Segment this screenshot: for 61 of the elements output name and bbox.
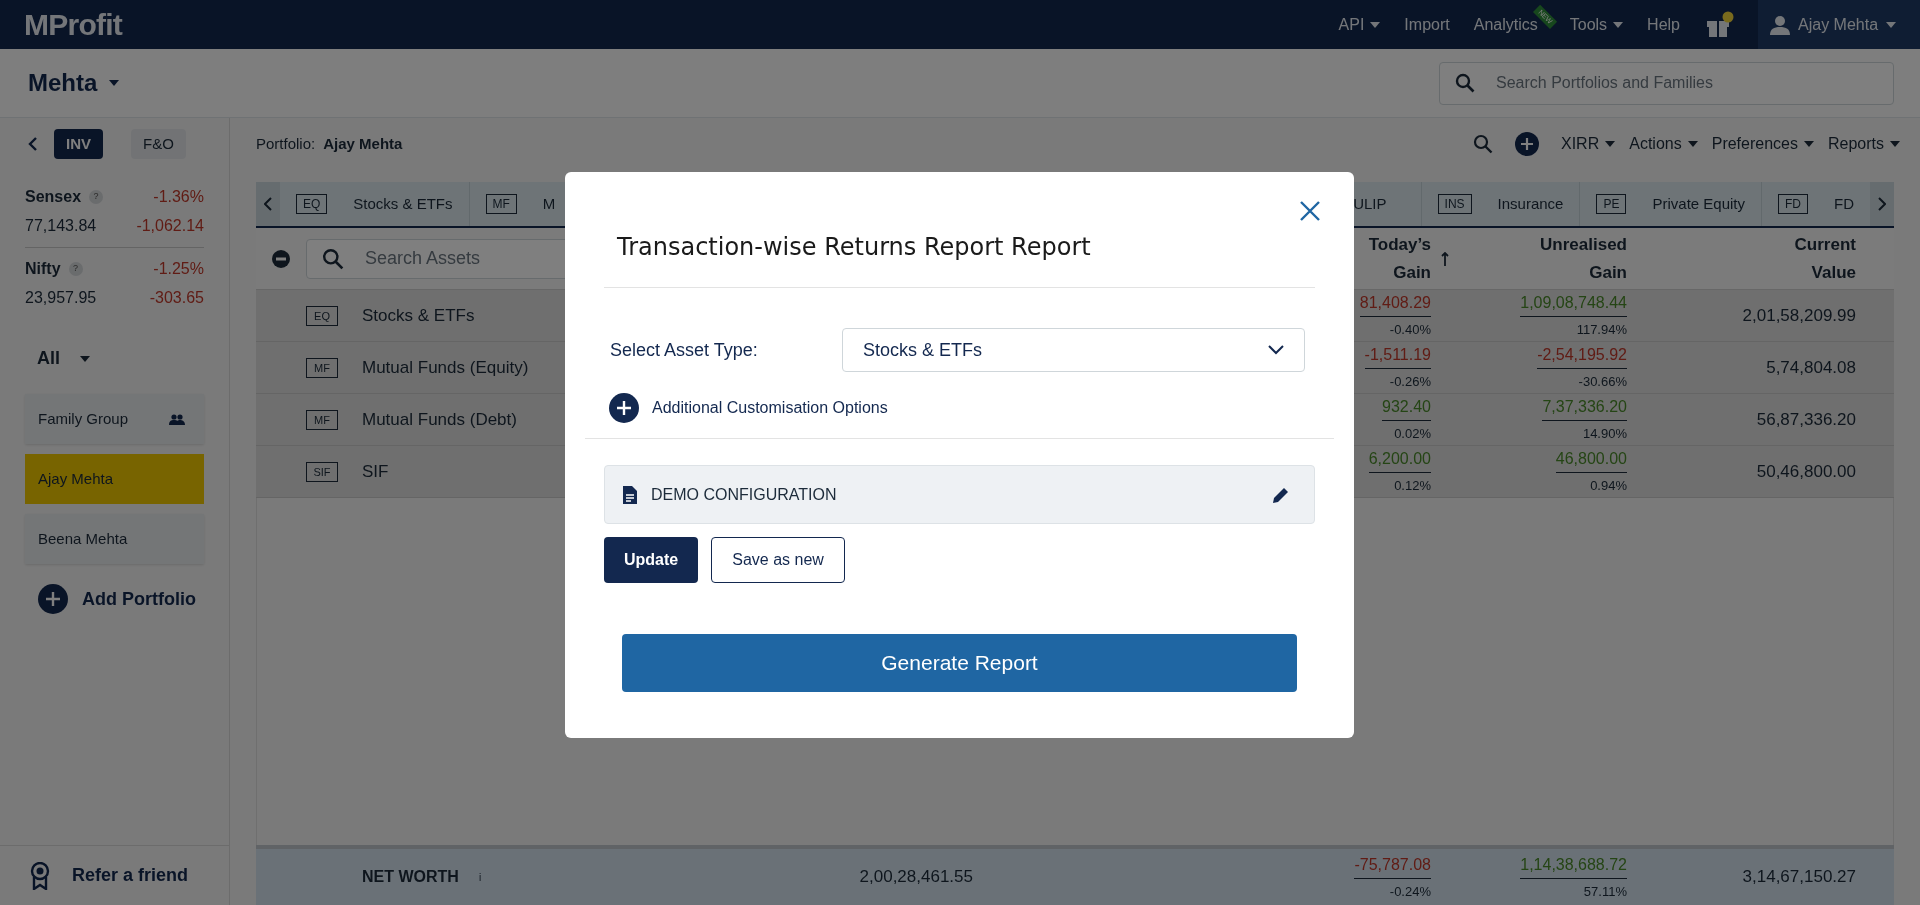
unrealised-gain-value: 1,09,08,748.44 <box>1520 291 1627 318</box>
current-value: 50,46,800.00 <box>1755 460 1856 483</box>
portfolio-name: Ajay Mehta <box>38 468 114 489</box>
unrealised-gain-percent: -30.66% <box>1578 373 1627 392</box>
asset-code-badge: PE <box>1596 194 1627 214</box>
todays-gain-value: -1,511.19 <box>1364 343 1431 370</box>
asset-tab-label: FD <box>1834 193 1854 214</box>
todays-gain-percent: -0.24% <box>1389 882 1431 901</box>
todays-gain-value: 6,200.00 <box>1368 447 1431 474</box>
unrealised-gain-value: 7,37,336.20 <box>1542 395 1627 422</box>
todays-gain-value: 81,408.29 <box>1359 291 1431 318</box>
asset-name: Mutual Funds (Equity) <box>362 356 529 379</box>
todays-gain-percent: 0.02% <box>1394 425 1431 444</box>
asset-code-badge: MF <box>306 357 338 378</box>
todays-gain-value: -75,787.08 <box>1354 852 1431 879</box>
index-change-percent: -1.25% <box>153 259 204 279</box>
current-value: 56,87,336.20 <box>1755 408 1856 431</box>
current-value: 3,14,67,150.27 <box>1741 866 1856 889</box>
asset-code-badge: FD <box>1778 194 1808 214</box>
index-change: -303.65 <box>149 288 204 308</box>
current-value: 5,74,804.08 <box>1765 356 1856 379</box>
index-name: Nifty <box>25 259 61 279</box>
asset-tab-label: Stocks & ETFs <box>353 193 453 214</box>
asset-tab-label: M <box>542 193 556 214</box>
unrealised-gain-value: 1,14,38,688.72 <box>1520 852 1627 879</box>
asset-code-badge: INS <box>1437 194 1472 214</box>
index-value: 77,143.84 <box>25 216 97 236</box>
todays-gain-value: 932.40 <box>1382 395 1431 422</box>
portfolio-name: Ajay Mehta <box>323 133 403 154</box>
field-label: Select Asset Type: <box>610 338 759 362</box>
asset-name: Stocks & ETFs <box>362 304 475 327</box>
index-name: Sensex <box>25 187 82 207</box>
configuration-name: DEMO CONFIGURATION <box>651 484 837 505</box>
asset-name: Mutual Funds (Debt) <box>362 408 517 431</box>
asset-code-badge: MF <box>485 194 517 214</box>
index-value: 23,957.95 <box>25 288 97 308</box>
unrealised-gain-percent: 57.11% <box>1583 882 1627 901</box>
todays-gain-percent: -0.40% <box>1389 321 1431 340</box>
asset-tab-label: Private Equity <box>1652 193 1745 214</box>
asset-code-badge: MF <box>306 409 338 430</box>
net-worth-label: NET WORTH <box>362 867 459 887</box>
asset-code-badge: EQ <box>306 305 338 326</box>
portfolio-name: Family Group <box>38 408 129 429</box>
todays-gain-percent: 0.12% <box>1394 477 1431 496</box>
current-value: 2,01,58,209.99 <box>1741 304 1856 327</box>
todays-gain-percent: -0.26% <box>1389 373 1431 392</box>
portfolio-label: Portfolio: <box>256 133 316 154</box>
unrealised-gain-percent: 117.94% <box>1576 321 1627 340</box>
portfolio-name: Beena Mehta <box>38 528 128 549</box>
unrealised-gain-value: 46,800.00 <box>1555 447 1627 474</box>
unrealised-gain-value: -2,54,195.92 <box>1537 343 1627 370</box>
invested-value: 2,00,28,461.55 <box>858 866 973 889</box>
asset-tab-label: Insurance <box>1497 193 1564 214</box>
asset-name: SIF <box>362 460 389 483</box>
index-change-percent: -1.36% <box>153 187 204 207</box>
index-change: -1,062.14 <box>136 216 204 236</box>
unrealised-gain-percent: 0.94% <box>1590 477 1627 496</box>
unrealised-gain-percent: 14.90% <box>1582 425 1627 444</box>
asset-tab-label: ULIP <box>1353 193 1387 214</box>
asset-code-badge: EQ <box>296 194 328 214</box>
asset-code-badge: SIF <box>306 461 338 482</box>
